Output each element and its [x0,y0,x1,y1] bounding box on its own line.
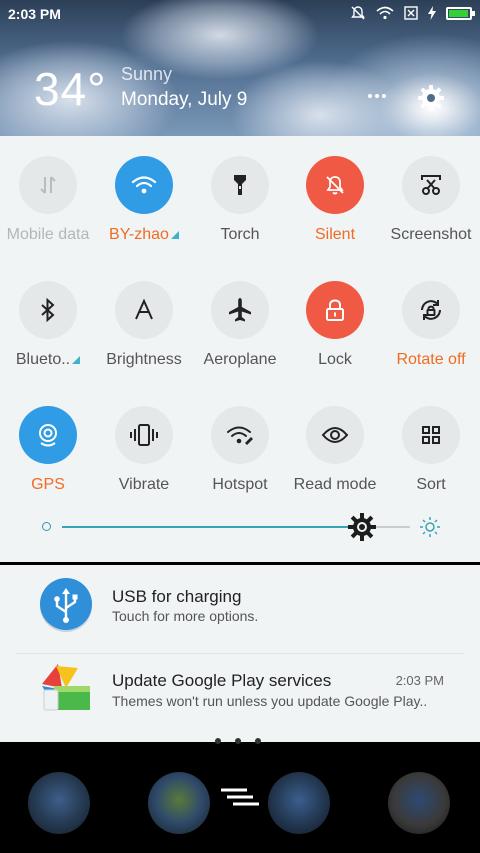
auto-brightness-icon [115,281,173,339]
battery-icon [446,6,475,20]
expand-indicator-icon [72,355,81,364]
tile-wifi[interactable]: BY-zhao [96,156,192,276]
wifi-icon [115,156,173,214]
silent-bell-icon [306,156,364,214]
themes-app-icon [42,664,90,711]
tile-label: Blueto.. [15,351,71,368]
tile-torch[interactable]: Torch [192,156,288,276]
brightness-track-fill [62,526,362,528]
battery-level [449,9,468,17]
charging-icon [428,6,436,20]
tile-label-row: Blueto.. [0,351,96,369]
tile-label: Vibrate [118,476,170,493]
gps-icon [19,406,77,464]
tile-rotate[interactable]: Rotate off [383,281,479,401]
notification-title: Update Google Play services [112,671,332,690]
notification-shade-header: 2:03 PM 34° Sunny Monday, July 9 [0,0,480,136]
brightness-slider[interactable] [0,508,480,548]
page-indicator [215,738,261,744]
weather-condition: Sunny [121,64,173,84]
phone-app-icon[interactable] [28,772,90,834]
tile-silent[interactable]: Silent [287,156,383,276]
tile-brightness[interactable]: Brightness [96,281,192,401]
messages-app-icon[interactable] [268,772,330,834]
mute-bell-icon [351,6,365,20]
usb-icon [40,578,92,632]
tile-bluetooth[interactable]: Blueto.. [0,281,96,401]
notification-title: USB for charging [112,587,242,606]
tile-label: Rotate off [396,351,466,368]
tile-label: Sort [416,476,446,493]
home-dock [0,738,480,853]
status-bar: 2:03 PM [0,0,480,28]
max-brightness-icon [420,517,440,537]
scissors-icon [402,156,460,214]
notification-list: USB for charging Touch for more options.… [0,565,480,742]
notification-google-play[interactable]: Update Google Play services 2:03 PM Them… [0,654,480,742]
tile-label: BY-zhao [109,226,169,243]
tile-aeroplane[interactable]: Aeroplane [192,281,288,401]
tile-screenshot[interactable]: Screenshot [383,156,479,276]
tile-label: Lock [318,351,352,368]
notification-subtitle: Themes won't run unless you update Googl… [112,693,428,709]
wifi-icon [376,6,394,20]
brightness-thumb[interactable] [348,513,376,541]
grid-icon [402,406,460,464]
tile-label: Hotspot [212,476,268,493]
rotate-lock-icon [402,281,460,339]
notification-usb[interactable]: USB for charging Touch for more options. [0,565,480,654]
tile-label: Mobile data [6,226,90,243]
tile-label: Brightness [106,351,182,368]
vibrate-icon [115,406,173,464]
aeroplane-icon [211,281,269,339]
status-icons [350,5,475,21]
torch-icon [211,156,269,214]
gear-icon[interactable] [417,84,445,112]
shade-handle-icon[interactable] [221,787,259,807]
status-time: 2:03 PM [8,6,61,22]
weather-date: Monday, July 9 [121,89,248,110]
tile-lock[interactable]: Lock [287,281,383,401]
hotspot-icon [211,406,269,464]
min-brightness-icon [42,522,51,531]
tile-label: Read mode [293,476,377,493]
tile-label: Silent [314,226,356,243]
mobile-data-icon [19,156,77,214]
lock-icon [306,281,364,339]
tile-label: Screenshot [390,226,472,243]
bluetooth-icon [19,281,77,339]
expand-indicator-icon [170,230,179,239]
browser-app-icon[interactable] [148,772,210,834]
eye-icon [306,406,364,464]
tile-label: GPS [31,476,65,493]
tile-label-row: BY-zhao [96,226,192,244]
notification-time: 2:03 PM [395,673,444,688]
weather-temperature[interactable]: 34° [34,62,107,116]
camera-app-icon[interactable] [388,772,450,834]
no-sim-icon [404,6,418,20]
tile-label: Aeroplane [203,351,277,368]
notification-subtitle: Touch for more options. [112,608,259,624]
quick-settings-panel: Mobile data BY-zhao Torch Silent Screens… [0,136,480,562]
more-icon[interactable] [368,94,386,98]
tile-label: Torch [220,226,260,243]
tile-mobile-data[interactable]: Mobile data [0,156,96,276]
